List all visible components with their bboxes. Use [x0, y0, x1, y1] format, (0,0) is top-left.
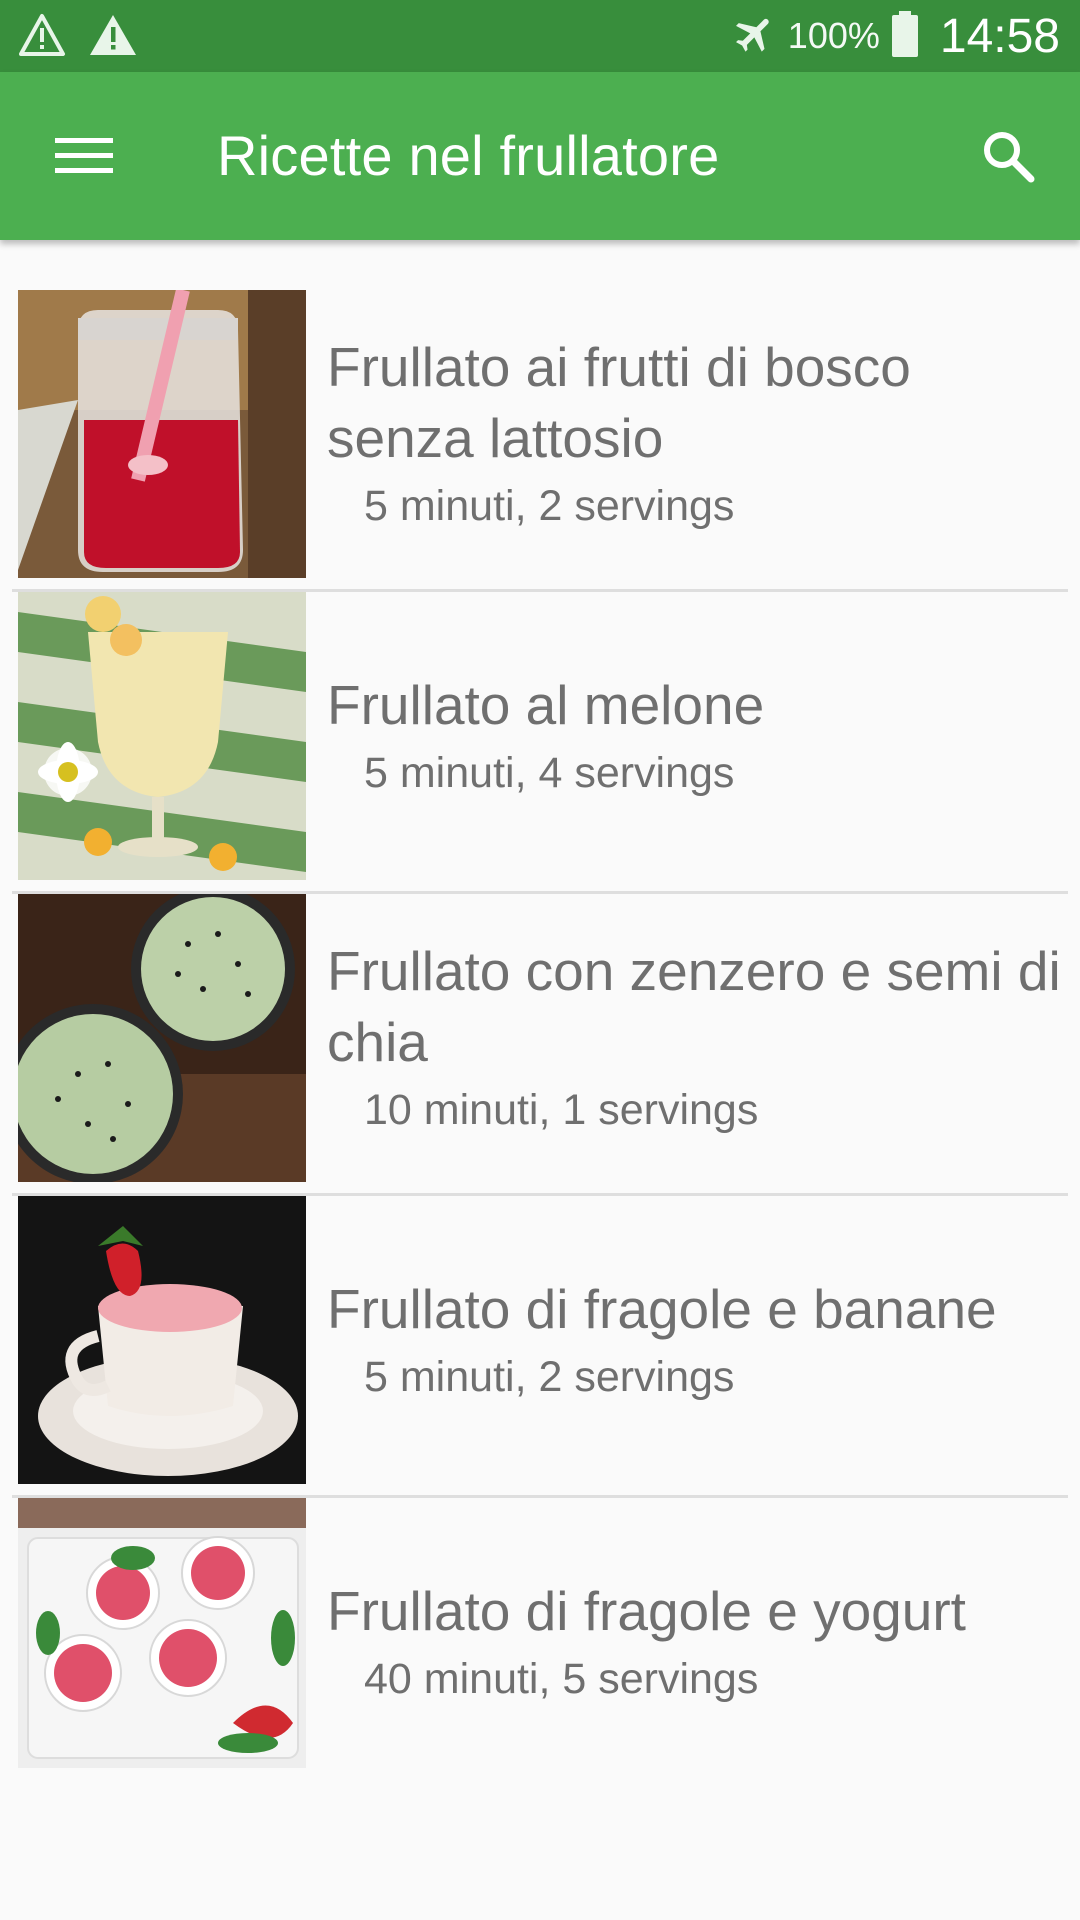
notification-icons [18, 12, 138, 63]
recipe-image-melon-smoothie [18, 592, 306, 880]
recipe-info: Frullato di fragole e banane 5 minuti, 2… [327, 1196, 1067, 1484]
recipe-item[interactable]: Frullato di fragole e banane 5 minuti, 2… [12, 1196, 1068, 1498]
clock: 14:58 [939, 9, 1060, 63]
battery-icon [890, 10, 920, 63]
menu-icon [55, 136, 113, 181]
recipe-item[interactable]: Frullato ai frutti di bosco senza lattos… [12, 290, 1068, 592]
recipe-image-strawberry-banana-smoothie [18, 1196, 306, 1484]
recipe-title: Frullato di fragole e yogurt [327, 1579, 966, 1642]
app-bar: Ricette nel frullatore [0, 72, 1080, 240]
recipe-title: Frullato ai frutti di bosco senza lattos… [327, 336, 911, 469]
warning-outline-icon [18, 12, 66, 63]
recipe-image-ginger-chia-smoothie [18, 894, 306, 1182]
recipe-item[interactable]: Frullato con zenzero e semi di chia 10 m… [12, 894, 1068, 1196]
page-title: Ricette nel frullatore [217, 124, 720, 187]
airplane-mode-icon [732, 11, 778, 62]
recipe-image-strawberry-yogurt-smoothie [18, 1498, 306, 1786]
search-icon [980, 128, 1036, 189]
recipe-meta: 5 minuti, 2 servings [364, 482, 735, 530]
recipe-title: Frullato di fragole e banane [327, 1277, 997, 1340]
recipe-info: Frullato di fragole e yogurt 40 minuti, … [327, 1498, 1067, 1786]
recipe-meta: 5 minuti, 2 servings [364, 1352, 735, 1401]
recipe-item[interactable]: Frullato al melone 5 minuti, 4 servings [12, 592, 1068, 894]
menu-button[interactable] [40, 118, 128, 198]
recipe-title: Frullato al melone [327, 673, 765, 736]
recipe-info: Frullato al melone 5 minuti, 4 servings [327, 592, 1067, 880]
recipe-image-berry-smoothie [18, 290, 306, 578]
warning-icon [88, 12, 138, 63]
battery-percentage: 100% [787, 15, 880, 56]
recipe-title: Frullato con zenzero e semi di chia [327, 940, 1061, 1073]
recipe-list: Frullato ai frutti di bosco senza lattos… [0, 240, 1080, 1800]
recipe-info: Frullato con zenzero e semi di chia 10 m… [327, 894, 1067, 1182]
search-button[interactable] [964, 118, 1052, 198]
recipe-info: Frullato ai frutti di bosco senza lattos… [327, 290, 1067, 578]
status-bar: 100% 14:58 [0, 0, 1080, 72]
recipe-meta: 5 minuti, 4 servings [364, 748, 735, 797]
system-icons: 100% 14:58 [732, 0, 1060, 72]
recipe-item[interactable]: Frullato di fragole e yogurt 40 minuti, … [12, 1498, 1068, 1800]
recipe-meta: 40 minuti, 5 servings [364, 1654, 759, 1703]
recipe-meta: 10 minuti, 1 servings [364, 1086, 759, 1134]
